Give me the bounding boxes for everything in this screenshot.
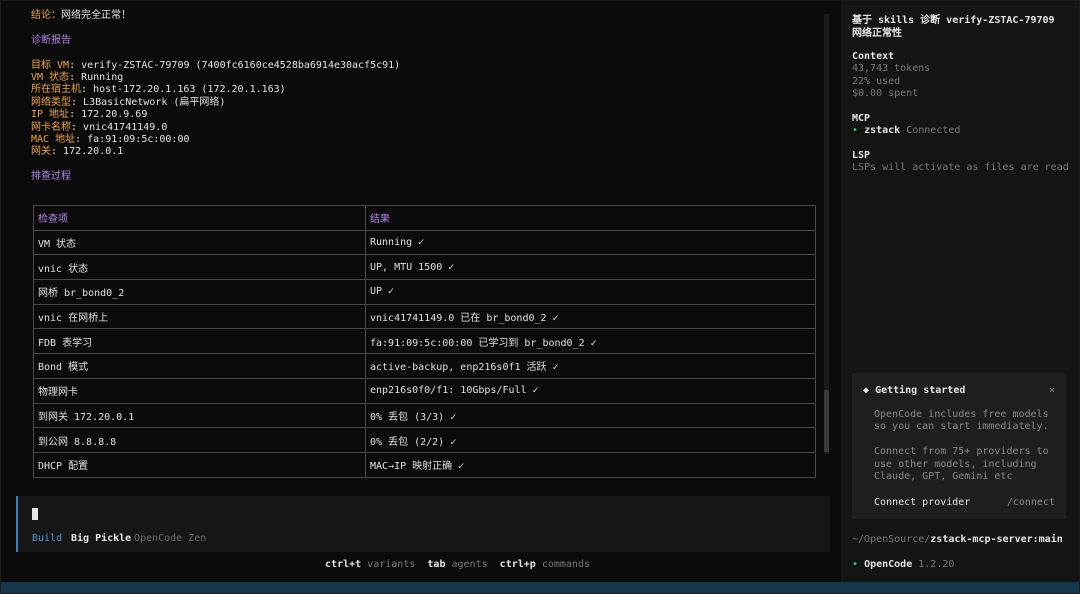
window-frame	[0, 0, 1080, 594]
